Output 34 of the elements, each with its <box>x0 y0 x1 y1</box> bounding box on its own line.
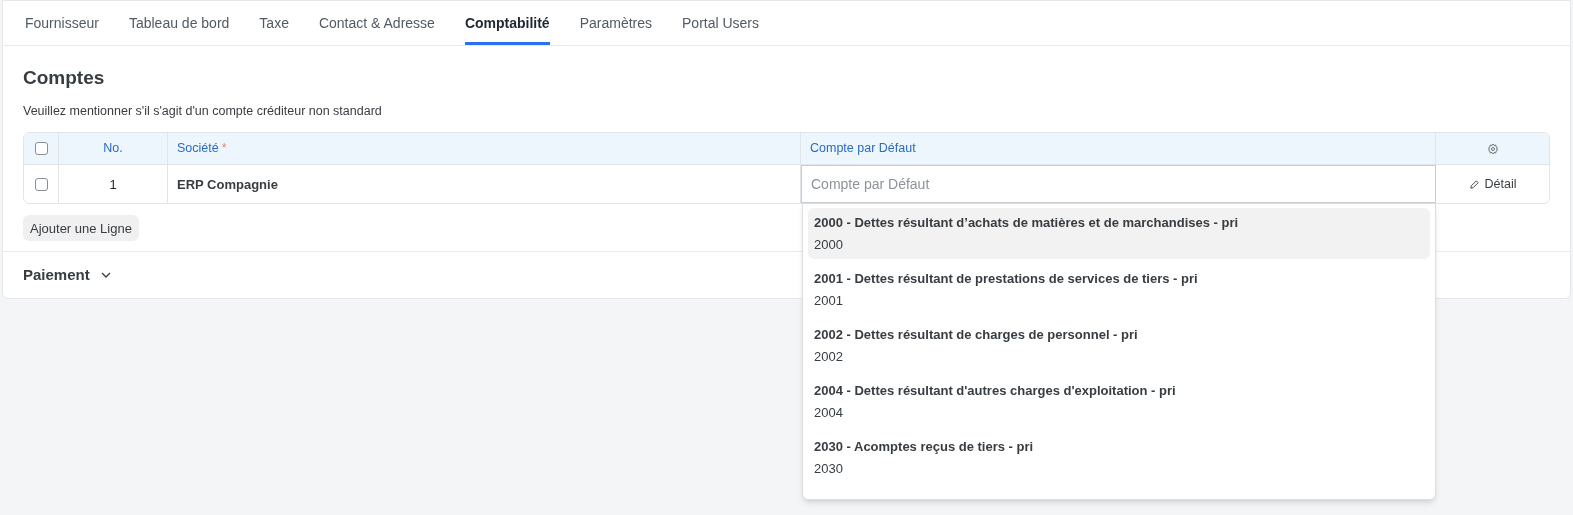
input-field[interactable]: Compte par Défaut <box>801 165 1436 204</box>
pencil-icon <box>1468 178 1480 190</box>
tab[interactable]: Comptabilité <box>464 0 550 45</box>
section-toggle[interactable]: Paiement <box>3 252 132 299</box>
account-title: 2030 - Acomptes reçus de tiers - pri <box>814 437 1035 456</box>
account-code: 2002 <box>814 348 844 367</box>
tab[interactable]: Taxe <box>259 0 289 45</box>
account-code: 2004 <box>814 404 844 423</box>
account-code: 2000 <box>814 236 844 255</box>
tab[interactable]: Portal Users <box>682 0 760 45</box>
section-description: Veuillez mentionner s'il s'agit d'un compte créditeur non standard <box>23 102 383 120</box>
checkbox[interactable] <box>34 177 48 191</box>
table-cell-text: 1 <box>109 175 117 194</box>
detail-button[interactable]: Détail <box>1468 174 1517 194</box>
tab[interactable]: Tableau de bord <box>128 0 230 45</box>
section-title: Comptes <box>23 66 106 90</box>
account-title: 2001 - Dettes résultant de prestations de services de tiers - pri <box>814 269 1199 288</box>
column-header: Compte par Défaut <box>810 140 916 158</box>
add-row-button[interactable]: Ajouter une Ligne <box>23 215 139 242</box>
settings-icon[interactable] <box>1486 142 1499 155</box>
account-title: 2000 - Dettes résultant d’achats de matières et de marchandises - pri <box>814 213 1240 232</box>
column-header: Société <box>177 140 219 158</box>
account-title: 2004 - Dettes résultant d'autres charges d'exploitation - pri <box>814 381 1177 400</box>
dropdown-item[interactable]: 2000 - Dettes résultant d’achats de matières et de marchandises - pri 2000 <box>808 208 1430 260</box>
account-code: 2001 <box>814 292 844 311</box>
tab[interactable]: Fournisseur <box>25 0 99 45</box>
account-code: 2030 <box>814 460 844 479</box>
tab[interactable]: Paramètres <box>579 0 652 45</box>
account-title: 2002 - Dettes résultant de charges de personnel - pri <box>814 325 1139 344</box>
tab[interactable]: Contact & Adresse <box>318 0 435 45</box>
column-header: No. <box>103 140 123 158</box>
table-cell-text: ERP Compagnie <box>177 175 278 194</box>
required-asterisk: * <box>221 140 227 158</box>
checkbox[interactable] <box>34 142 48 156</box>
